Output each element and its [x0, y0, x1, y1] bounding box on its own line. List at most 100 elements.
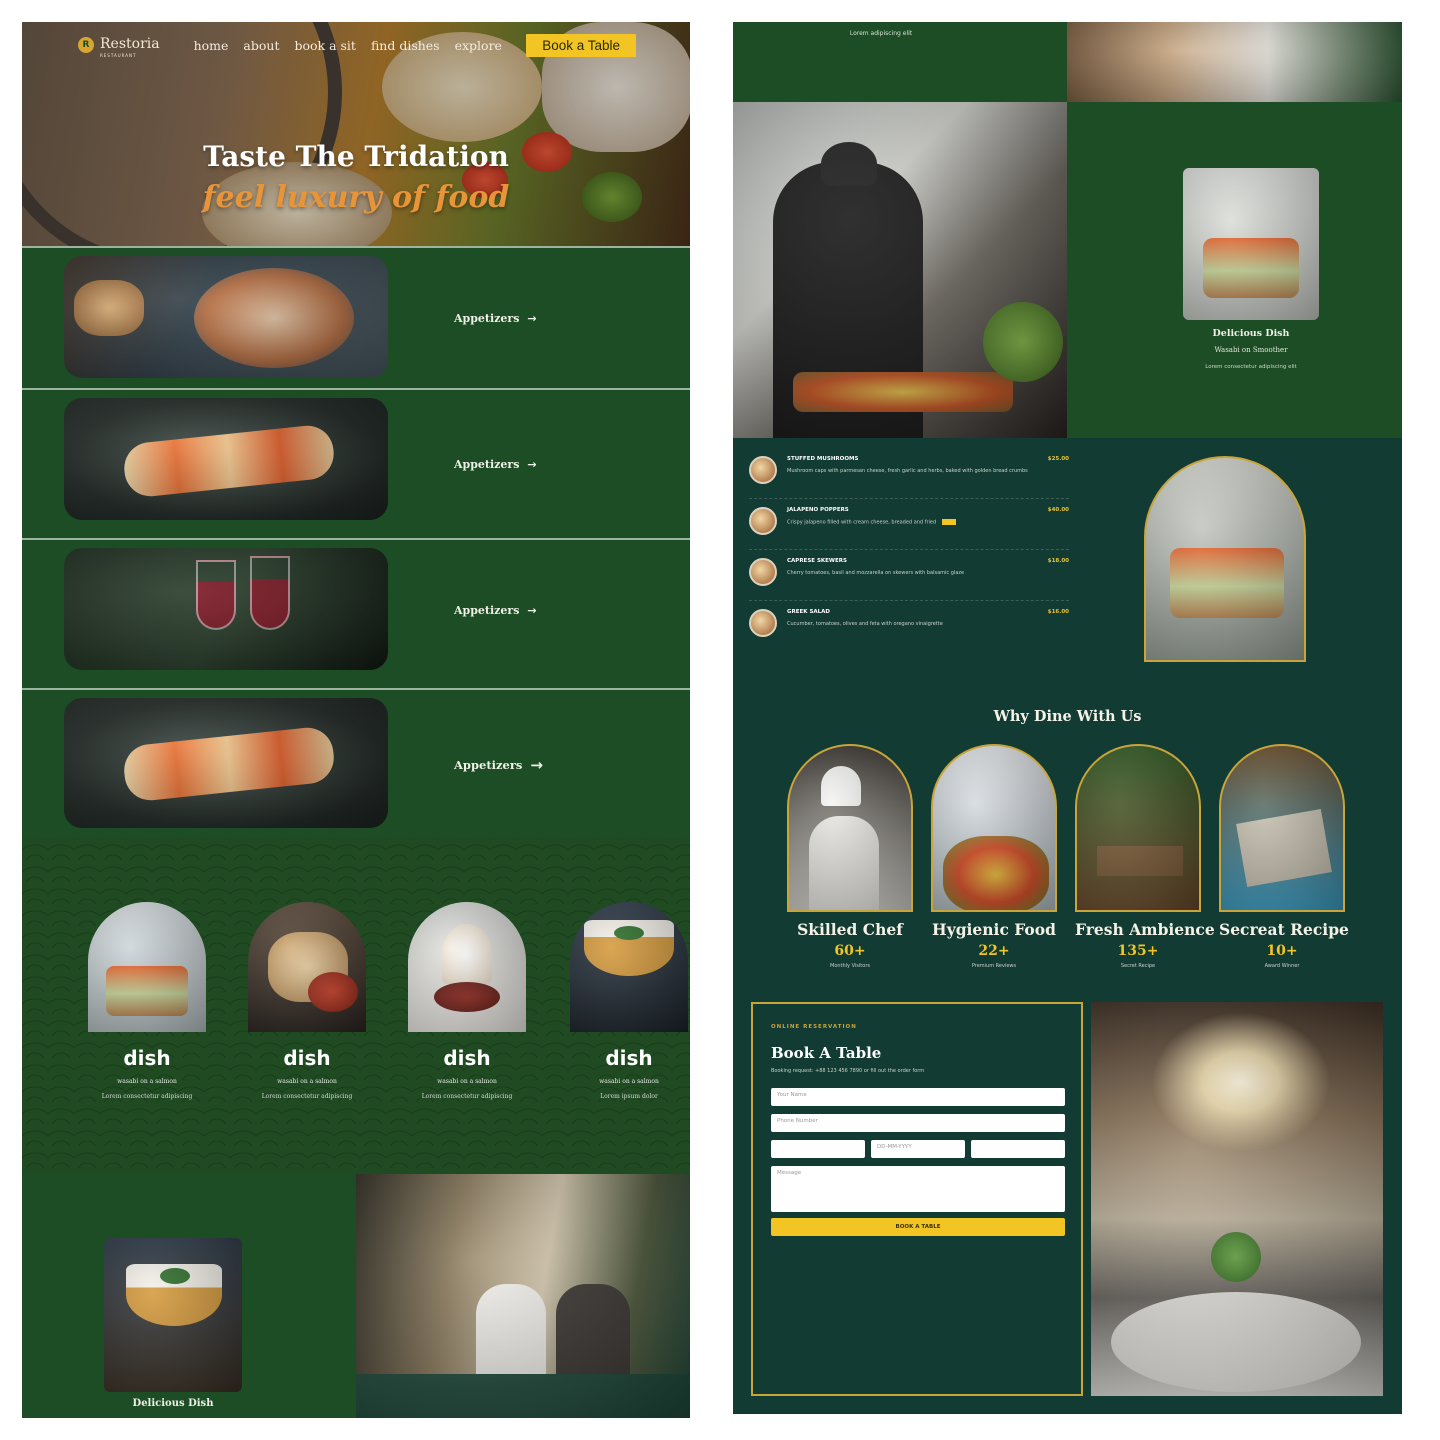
category-link[interactable]: Appetizers → — [454, 604, 537, 617]
top-caption: Lorem adipiscing elit — [849, 30, 913, 37]
dish-name: dish — [443, 1046, 491, 1070]
dish-name: dish — [283, 1046, 331, 1070]
booking-title: Book A Table — [771, 1044, 882, 1062]
logo-tagline: RESTAURANT — [100, 52, 137, 58]
time-select[interactable] — [971, 1140, 1065, 1158]
menu-item-name: CAPRESE SKEWERS — [787, 558, 847, 564]
booking-kicker: ONLINE RESERVATION — [771, 1024, 857, 1030]
logo-wordmark: Restoria RESTAURANT — [100, 33, 160, 58]
chef-plating-image — [733, 102, 1067, 438]
dish-sub: wasabi on a salmon — [599, 1078, 659, 1085]
phone-input[interactable]: Phone Number — [771, 1114, 1065, 1132]
dish-name: dish — [123, 1046, 171, 1070]
category-link[interactable]: Appetizers → — [454, 756, 543, 774]
hero-subtitle: feel luxury of food — [202, 180, 510, 215]
date-input[interactable]: DD-MM-YYYY — [871, 1140, 965, 1158]
dish-card[interactable]: dish wasabi on a salmon Lorem consectetu… — [248, 902, 366, 1100]
dish-desc: Lorem consectetur adipiscing — [101, 1093, 193, 1100]
arrow-right-icon: → — [527, 312, 537, 325]
nav-links: home about book a sit find dishes explor… — [194, 38, 502, 53]
hero-title: Taste The Tridation — [203, 140, 509, 173]
why-card-number: 10+ — [1266, 943, 1298, 959]
dish-image — [248, 902, 366, 1032]
category-link[interactable]: Appetizers → — [454, 312, 537, 325]
top-nav: R Restoria RESTAURANT home about book a … — [78, 32, 636, 58]
nav-link-home[interactable]: home — [194, 38, 229, 53]
category-row: Appetizers → — [22, 688, 690, 838]
appetizer-image — [64, 256, 388, 378]
dish-card[interactable]: dish wasabi on a salmon Lorem consectetu… — [408, 902, 526, 1100]
hygienic-food-image — [931, 744, 1057, 912]
dish-card[interactable]: dish wasabi on a salmon Lorem consectetu… — [88, 902, 206, 1100]
why-card: Fresh Ambience 135+ Secret Recipe — [1075, 744, 1215, 969]
why-card-label: Premium Reviews — [971, 963, 1017, 969]
dish-sub: wasabi on a salmon — [117, 1078, 177, 1085]
menu-list: STUFFED MUSHROOMS $25.00 Mushroom caps wi… — [749, 448, 1069, 652]
dish-sub: wasabi on a salmon — [277, 1078, 337, 1085]
menu-item-desc: Crispy jalapeno filled with cream cheese… — [787, 519, 937, 526]
why-card-title: Skilled Chef — [797, 920, 903, 939]
skilled-chef-image — [787, 744, 913, 912]
dish-image — [88, 902, 206, 1032]
why-card: Skilled Chef 60+ Monthly Visitors — [787, 744, 913, 969]
logo-name: Restoria — [100, 35, 160, 52]
dining-chair-image — [1067, 22, 1402, 102]
why-card-label: Monthly Visitors — [830, 963, 870, 969]
menu-item[interactable]: GREEK SALAD $16.00 Cucumber, tomatoes, ol… — [749, 601, 1069, 652]
nav-link-book-a-sit[interactable]: book a sit — [294, 38, 355, 53]
right-page: Lorem adipiscing elit Delicious Dish Was… — [733, 22, 1402, 1414]
featured-dish-sub: Wasabi on Smoother — [1214, 346, 1288, 354]
menu-item-thumb — [749, 507, 777, 535]
message-input[interactable]: Message — [771, 1166, 1065, 1212]
arrow-right-icon: → — [527, 604, 537, 617]
dish-card[interactable]: dish wasabi on a salmon Lorem ipsum dolo… — [570, 902, 688, 1100]
banquet-hall-image — [1091, 1002, 1383, 1396]
why-card-number: 22+ — [978, 943, 1010, 959]
why-card-title: Secreat Recipe — [1219, 920, 1349, 939]
booking-note: Booking request: +88 123 456 7890 or fil… — [771, 1068, 925, 1074]
why-card-label: Secret Recipe — [1120, 963, 1156, 969]
dish-desc: Lorem ipsum dolor — [600, 1093, 658, 1100]
nav-link-explore[interactable]: explore — [455, 38, 502, 53]
dish-image — [570, 902, 688, 1032]
why-card-number: 135+ — [1117, 943, 1159, 959]
cocktail-image — [104, 1238, 242, 1392]
menu-item-desc: Cucumber, tomatoes, olives and feta with… — [787, 621, 943, 627]
featured-dish-desc: Lorem consectetur adipiscing elit — [1205, 364, 1297, 370]
menu-item-thumb — [749, 609, 777, 637]
book-table-button[interactable]: Book a Table — [526, 33, 636, 57]
why-card-number: 60+ — [834, 943, 866, 959]
fresh-ambience-image — [1075, 744, 1201, 912]
menu-item-thumb — [749, 456, 777, 484]
bottom-dish-label: Delicious Dish — [132, 1398, 214, 1409]
dish-desc: Lorem consectetur adipiscing — [421, 1093, 513, 1100]
nav-link-find-dishes[interactable]: find dishes — [371, 38, 440, 53]
category-label: Appetizers — [454, 758, 523, 772]
menu-item[interactable]: CAPRESE SKEWERS $18.00 Cherry tomatoes, b… — [749, 550, 1069, 601]
logo-icon: R — [78, 37, 94, 53]
nav-link-about[interactable]: about — [243, 38, 279, 53]
category-label: Appetizers — [454, 604, 520, 617]
logo[interactable]: R Restoria RESTAURANT — [78, 33, 160, 58]
menu-item[interactable]: STUFFED MUSHROOMS $25.00 Mushroom caps wi… — [749, 448, 1069, 499]
why-card-title: Hygienic Food — [932, 920, 1056, 939]
secret-recipe-image — [1219, 744, 1345, 912]
menu-item-name: GREEK SALAD — [787, 609, 830, 615]
left-page: R Restoria RESTAURANT home about book a … — [22, 22, 690, 1418]
book-submit-button[interactable]: BOOK A TABLE — [771, 1218, 1065, 1236]
menu-item-thumb — [749, 558, 777, 586]
dish-name: dish — [605, 1046, 653, 1070]
name-input[interactable]: Your Name — [771, 1088, 1065, 1106]
guests-select[interactable] — [771, 1140, 865, 1158]
category-row: Appetizers → — [22, 538, 690, 678]
why-card: Secreat Recipe 10+ Award Winner — [1219, 744, 1349, 969]
why-card-title: Fresh Ambience — [1075, 920, 1215, 939]
category-link[interactable]: Appetizers → — [454, 458, 537, 471]
appetizer-image — [64, 398, 388, 520]
appetizer-image — [64, 698, 388, 828]
menu-item-price: $25.00 — [1047, 456, 1069, 462]
dish-desc: Lorem consectetur adipiscing — [261, 1093, 353, 1100]
diners-image — [356, 1174, 690, 1418]
menu-item[interactable]: JALAPENO POPPERS $40.00 Crispy jalapeno f… — [749, 499, 1069, 550]
hero-banner: R Restoria RESTAURANT home about book a … — [22, 22, 690, 246]
